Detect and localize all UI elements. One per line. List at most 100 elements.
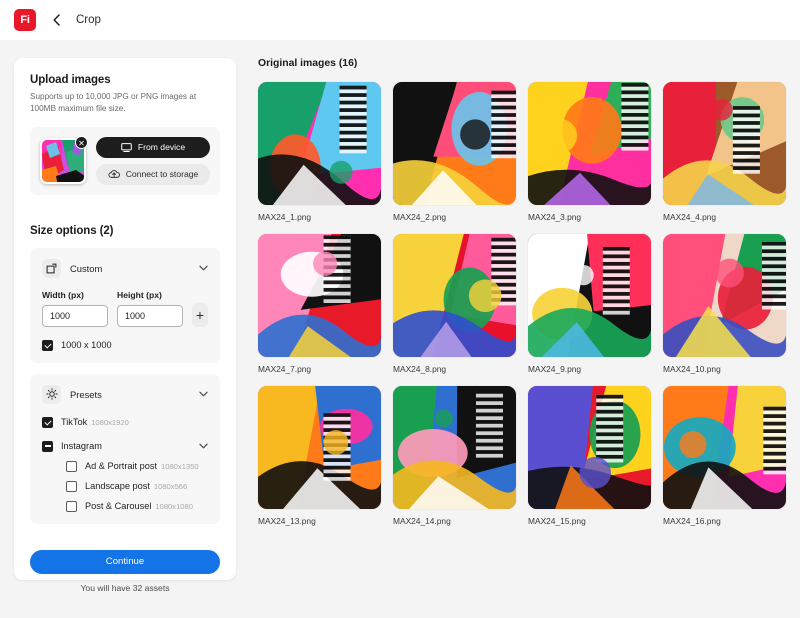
remove-thumbnail-button[interactable]: ✕ (75, 136, 88, 149)
presets-header[interactable]: Presets (42, 385, 208, 404)
gallery-item: MAX24_2.png (393, 82, 516, 222)
size-fields-row: Width (px) Height (px) + (42, 290, 208, 327)
preset-dimensions: 1080x566 (154, 482, 187, 491)
custom-size-header[interactable]: Custom (42, 259, 208, 278)
main-content: Upload images Supports up to 10,000 JPG … (0, 40, 800, 580)
preset-checkbox[interactable] (42, 417, 53, 428)
uploaded-thumbnail-wrapper: ✕ (40, 138, 86, 184)
gallery-item: MAX24_15.png (528, 386, 651, 526)
height-input[interactable] (117, 305, 183, 327)
preset-checkbox[interactable] (42, 441, 53, 452)
preset-label: TikTok (61, 417, 87, 427)
chevron-down-icon[interactable] (199, 391, 208, 397)
height-field-group: Height (px) (117, 290, 183, 327)
options-panel: Upload images Supports up to 10,000 JPG … (14, 58, 236, 580)
size-options-title: Size options (2) (30, 225, 220, 237)
preset-checkbox[interactable] (66, 501, 77, 512)
preset-label: Instagram (61, 441, 102, 451)
gallery-item: MAX24_10.png (663, 234, 786, 374)
gallery-item-label: MAX24_7.png (258, 364, 381, 374)
page-title: Crop (76, 14, 101, 26)
app-root: Fi Crop Upload images Supports up to 10,… (0, 0, 800, 618)
panel-footer: Continue You will have 32 assets (14, 538, 236, 607)
preset-text-group: TikTok 1080x1920 (61, 417, 208, 427)
presets-group: Presets TikTok 1080x1920 (30, 374, 220, 524)
gallery-thumbnail[interactable] (258, 386, 381, 509)
connect-to-storage-button[interactable]: Connect to storage (96, 164, 210, 185)
size-checkbox[interactable] (42, 340, 53, 351)
gallery-item-label: MAX24_10.png (663, 364, 786, 374)
gallery-thumbnail[interactable] (663, 82, 786, 205)
chevron-down-icon[interactable] (199, 443, 208, 449)
gallery-thumbnail[interactable] (258, 82, 381, 205)
size-checkbox-row[interactable]: 1000 x 1000 (42, 340, 208, 351)
gallery-item: MAX24_3.png (528, 82, 651, 222)
gallery-area: Original images (16) MAX24_1.png MAX24_2… (258, 58, 786, 580)
chevron-down-icon[interactable] (199, 265, 208, 271)
presets-label: Presets (70, 389, 190, 400)
gallery-item-label: MAX24_4.png (663, 212, 786, 222)
size-options-section: Size options (2) Custom Wi (14, 209, 236, 538)
assets-note: You will have 32 assets (30, 583, 220, 593)
upload-title: Upload images (30, 74, 220, 86)
gallery-item-label: MAX24_3.png (528, 212, 651, 222)
preset-label: Ad & Portrait post (85, 461, 157, 471)
preset-dimensions: 1080x1350 (161, 462, 199, 471)
gallery-item-label: MAX24_13.png (258, 516, 381, 526)
width-field-group: Width (px) (42, 290, 108, 327)
connect-to-storage-label: Connect to storage (126, 169, 199, 179)
gallery-item-label: MAX24_1.png (258, 212, 381, 222)
gallery-thumbnail[interactable] (393, 234, 516, 357)
preset-item-post-carousel[interactable]: Post & Carousel 1080x1080 (42, 501, 208, 512)
upload-dropzone[interactable]: ✕ From device Con (30, 127, 220, 195)
gallery-thumbnail[interactable] (528, 234, 651, 357)
gallery-item-label: MAX24_15.png (528, 516, 651, 526)
width-label: Width (px) (42, 290, 108, 300)
upload-buttons: From device Connect to storage (96, 137, 210, 185)
gallery-thumbnail[interactable] (393, 386, 516, 509)
preset-checkbox[interactable] (66, 461, 77, 472)
gallery-thumbnail[interactable] (393, 82, 516, 205)
size-checkbox-label: 1000 x 1000 (61, 340, 112, 350)
gallery-item-label: MAX24_16.png (663, 516, 786, 526)
chevron-left-icon[interactable] (48, 12, 64, 28)
preset-checkbox[interactable] (66, 481, 77, 492)
add-size-button[interactable]: + (192, 303, 208, 327)
preset-item-tiktok[interactable]: TikTok 1080x1920 (42, 417, 208, 428)
preset-label: Post & Carousel (85, 501, 151, 511)
gallery-item: MAX24_8.png (393, 234, 516, 374)
gallery-thumbnail[interactable] (663, 386, 786, 509)
upload-section: Upload images Supports up to 10,000 JPG … (14, 58, 236, 209)
from-device-button[interactable]: From device (96, 137, 210, 158)
gallery-thumbnail[interactable] (528, 386, 651, 509)
gallery-thumbnail[interactable] (528, 82, 651, 205)
preset-text-group: Post & Carousel 1080x1080 (85, 501, 208, 511)
preset-text-group: Ad & Portrait post 1080x1350 (85, 461, 208, 471)
gallery-item: MAX24_4.png (663, 82, 786, 222)
from-device-label: From device (138, 142, 185, 152)
gallery-title: Original images (16) (258, 58, 786, 69)
upload-subtitle: Supports up to 10,000 JPG or PNG images … (30, 91, 220, 115)
preset-dimensions: 1080x1920 (91, 418, 129, 427)
gallery-grid: MAX24_1.png MAX24_2.png MAX24_3.png MAX2… (258, 82, 786, 526)
height-label: Height (px) (117, 290, 183, 300)
preset-text-group: Instagram (61, 441, 191, 451)
app-header: Fi Crop (0, 0, 800, 40)
crop-frame-icon (42, 259, 61, 278)
preset-dimensions: 1080x1080 (155, 502, 193, 511)
gallery-item: MAX24_9.png (528, 234, 651, 374)
gallery-thumbnail[interactable] (258, 234, 381, 357)
gallery-item: MAX24_13.png (258, 386, 381, 526)
gallery-item: MAX24_1.png (258, 82, 381, 222)
gallery-item-label: MAX24_8.png (393, 364, 516, 374)
preset-item-landscape-post[interactable]: Landscape post 1080x566 (42, 481, 208, 492)
preset-text-group: Landscape post 1080x566 (85, 481, 208, 491)
preset-item-instagram[interactable]: Instagram (42, 441, 208, 452)
gallery-item: MAX24_7.png (258, 234, 381, 374)
preset-item-ad-portrait-post[interactable]: Ad & Portrait post 1080x1350 (42, 461, 208, 472)
gallery-item: MAX24_16.png (663, 386, 786, 526)
width-input[interactable] (42, 305, 108, 327)
monitor-icon (121, 143, 132, 152)
continue-button[interactable]: Continue (30, 550, 220, 574)
gallery-thumbnail[interactable] (663, 234, 786, 357)
